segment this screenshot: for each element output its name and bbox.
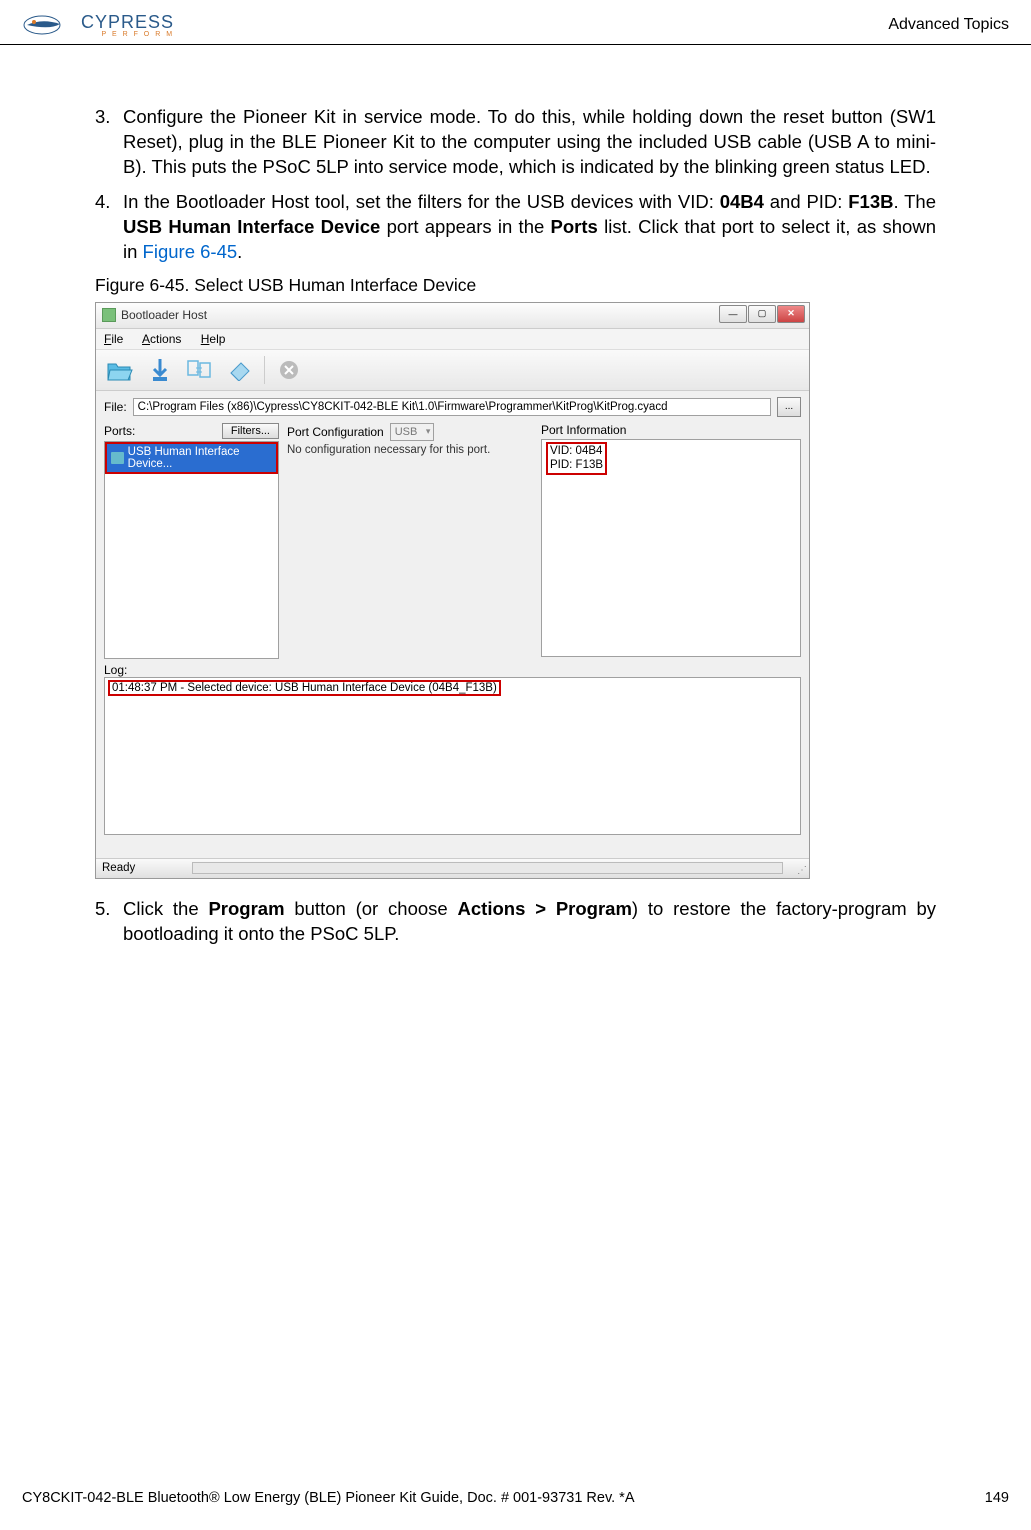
step-text: In the Bootloader Host tool, set the fil… [123,190,936,265]
info-box: VID: 04B4 PID: F13B [541,439,801,657]
step-text: Configure the Pioneer Kit in service mod… [123,105,936,180]
config-header: Port Configuration USB [287,423,533,441]
maximize-button[interactable]: ▢ [748,305,776,323]
port-config-column: Port Configuration USB No configuration … [287,423,533,659]
figure-caption: Figure 6-45. Select USB Human Interface … [95,275,936,296]
logo: CYPRESS P E R F O R M [22,10,174,40]
info-vid: VID: 04B4 [550,444,603,458]
log-box: 01:48:37 PM - Selected device: USB Human… [104,677,801,835]
stop-icon[interactable] [271,354,307,386]
status-text: Ready [102,862,192,874]
section-title: Advanced Topics [888,16,1009,34]
verify-icon[interactable] [182,354,218,386]
statusbar: Ready ⋰ [96,858,809,878]
app-icon [102,308,116,322]
close-button[interactable]: ✕ [777,305,805,323]
step-4: 4. In the Bootloader Host tool, set the … [95,190,936,265]
logo-brand: CYPRESS [81,12,174,33]
menu-help[interactable]: Help [201,332,226,346]
mid-section: Ports: Filters... USB Human Interface De… [96,423,809,659]
log-entry-highlight: 01:48:37 PM - Selected device: USB Human… [108,680,501,696]
toolbar-separator [264,356,265,384]
ports-list[interactable]: USB Human Interface Device... [104,441,279,659]
browse-button[interactable]: ... [777,397,801,417]
log-section: Log: 01:48:37 PM - Selected device: USB … [96,659,809,835]
step-text: Click the Program button (or choose Acti… [123,897,936,947]
step-3: 3. Configure the Pioneer Kit in service … [95,105,936,180]
config-select[interactable]: USB [390,423,435,441]
page-header: CYPRESS P E R F O R M Advanced Topics [0,0,1031,45]
config-label: Port Configuration [287,425,384,439]
vid-pid-highlight: VID: 04B4 PID: F13B [546,442,607,475]
ports-label: Ports: [104,424,135,438]
erase-icon[interactable] [222,354,258,386]
menu-file[interactable]: File [104,332,123,346]
page-footer: CY8CKIT-042-BLE Bluetooth® Low Energy (B… [0,1490,1031,1506]
window-title: Bootloader Host [121,308,207,322]
info-label: Port Information [541,423,801,437]
filters-button[interactable]: Filters... [222,423,279,439]
ports-header: Ports: Filters... [104,423,279,439]
file-row: File: C:\Program Files (x86)\Cypress\CY8… [96,391,809,423]
step-number: 4. [95,190,123,265]
file-path-input[interactable]: C:\Program Files (x86)\Cypress\CY8CKIT-0… [133,398,771,416]
footer-doc-ref: CY8CKIT-042-BLE Bluetooth® Low Energy (B… [22,1490,635,1506]
ports-column: Ports: Filters... USB Human Interface De… [104,423,279,659]
bootloader-window: Bootloader Host — ▢ ✕ File Actions Help [95,302,810,879]
step-number: 5. [95,897,123,947]
window-controls: — ▢ ✕ [718,305,805,323]
progress-bar [192,862,783,874]
port-item-usb-hid[interactable]: USB Human Interface Device... [105,442,278,474]
menubar: File Actions Help [96,329,809,350]
step-number: 3. [95,105,123,180]
menu-actions[interactable]: Actions [142,332,181,346]
config-text: No configuration necessary for this port… [287,443,533,458]
log-label: Log: [104,663,801,677]
footer-page-num: 149 [985,1490,1009,1506]
toolbar [96,350,809,391]
usb-icon [111,452,124,464]
logo-graphic-icon [22,10,77,40]
minimize-button[interactable]: — [719,305,747,323]
info-pid: PID: F13B [550,458,603,472]
resize-grip-icon[interactable]: ⋰ [797,865,807,876]
port-info-column: Port Information VID: 04B4 PID: F13B [541,423,801,659]
content-area: 3. Configure the Pioneer Kit in service … [0,45,1031,947]
open-icon[interactable] [102,354,138,386]
file-label: File: [104,400,127,414]
step-5: 5. Click the Program button (or choose A… [95,897,936,947]
titlebar: Bootloader Host — ▢ ✕ [96,303,809,329]
figure-link[interactable]: Figure 6-45 [143,241,238,262]
program-icon[interactable] [142,354,178,386]
